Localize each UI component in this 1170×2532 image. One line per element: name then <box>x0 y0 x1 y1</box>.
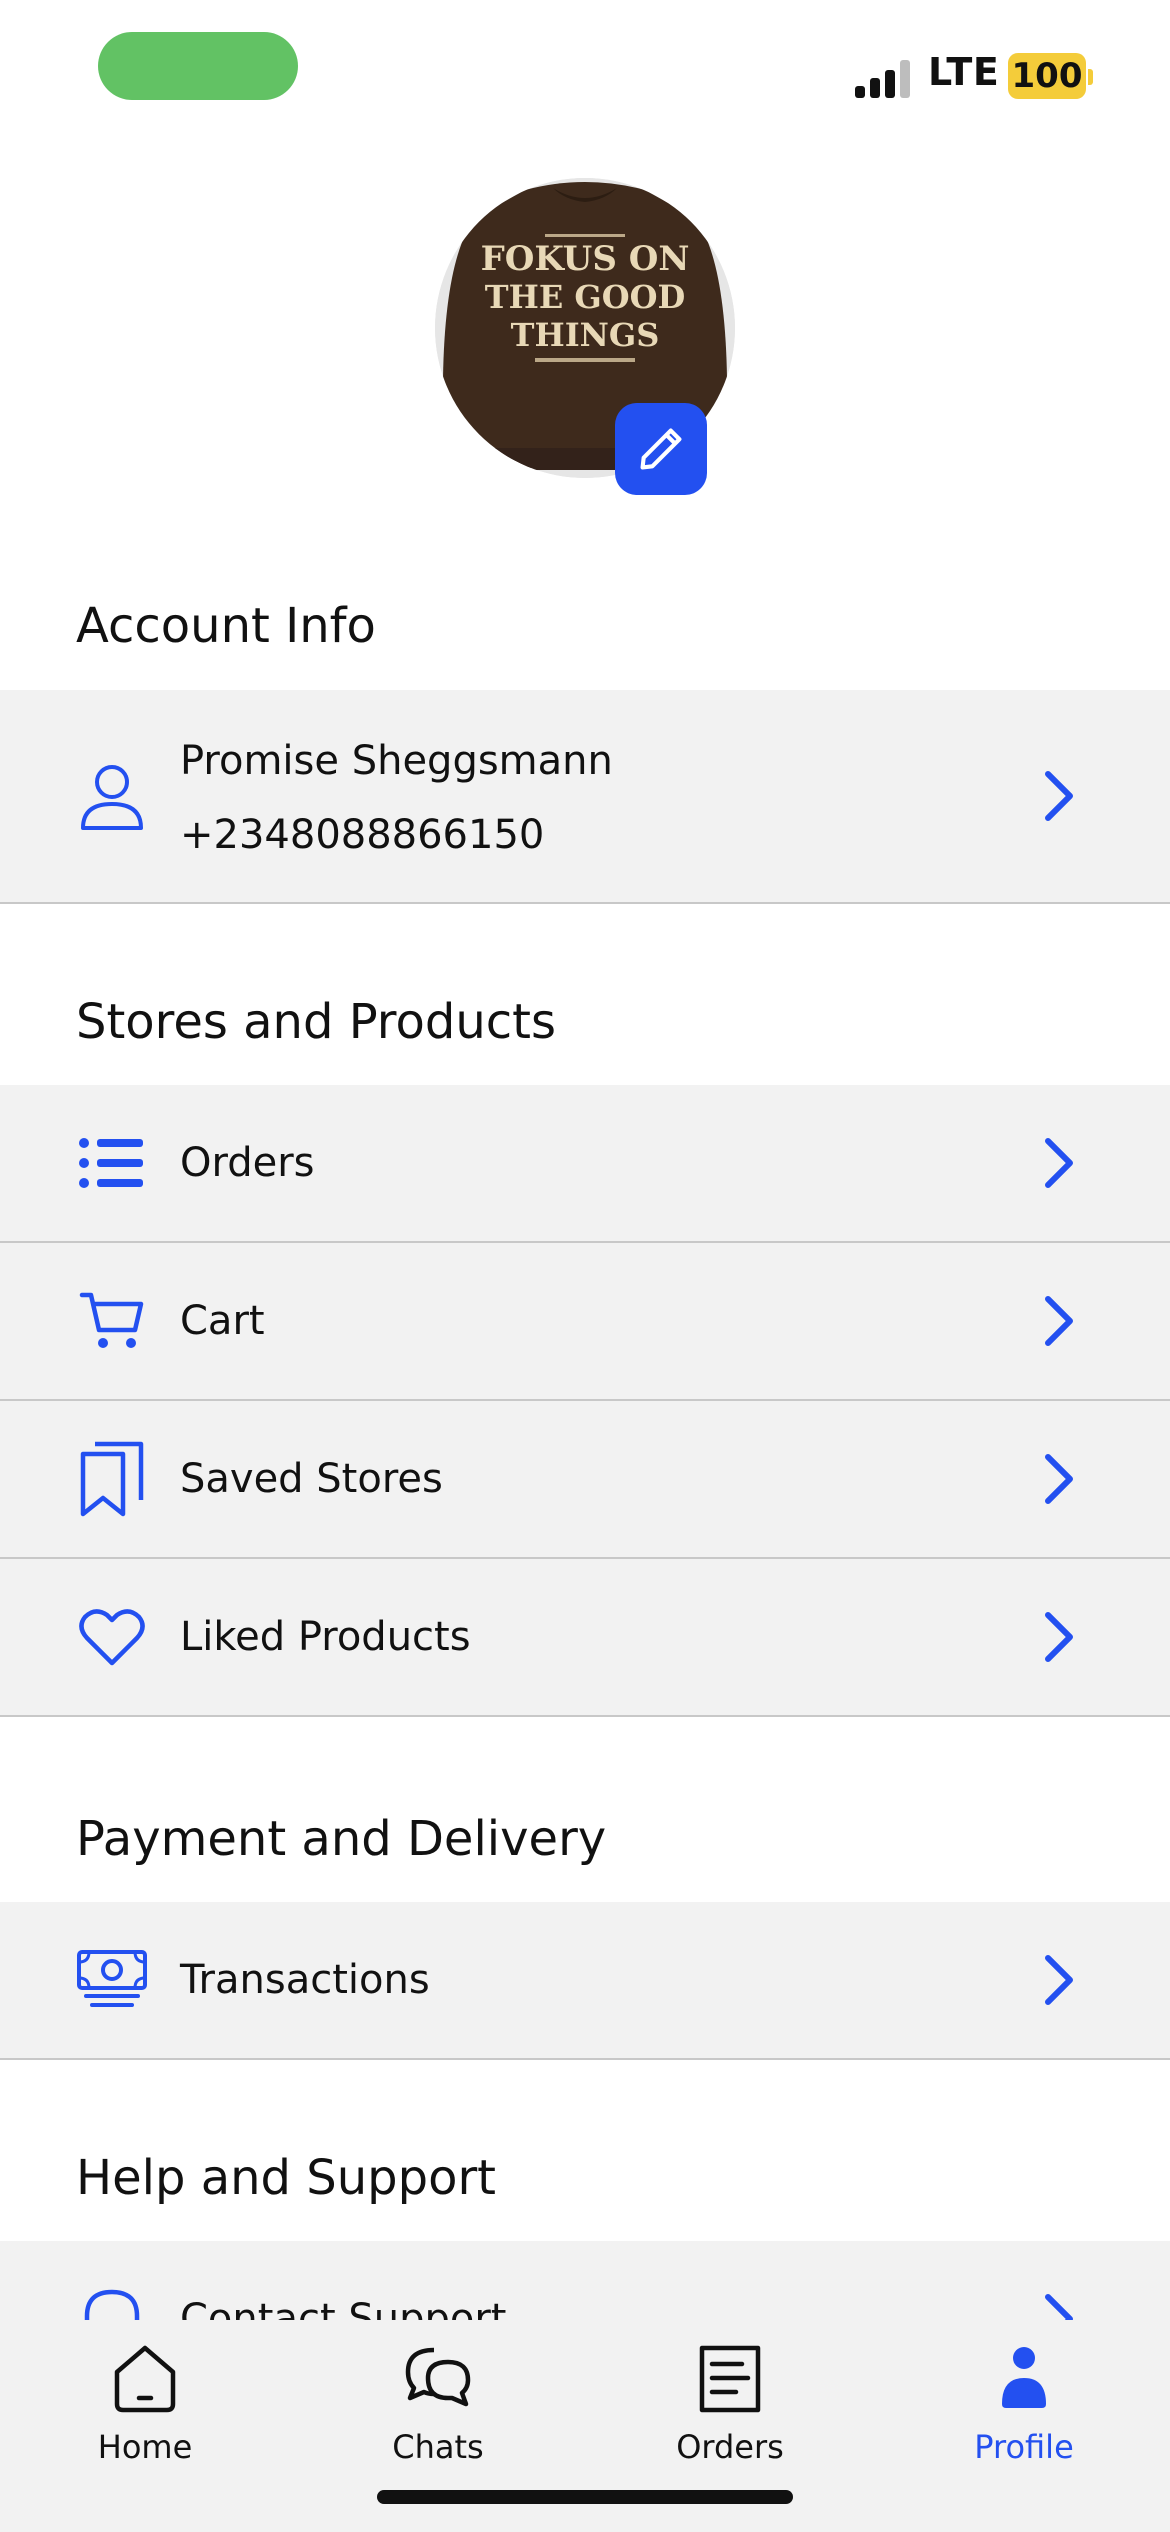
tab-chats-label: Chats <box>392 2428 484 2466</box>
signal-icon <box>855 60 913 98</box>
orders-label: Orders <box>180 1140 315 1186</box>
tab-orders[interactable]: Orders <box>630 2338 830 2466</box>
cart-row[interactable]: Cart <box>0 1243 1170 1401</box>
avatar-print-line-3: THINGS <box>511 316 660 354</box>
list-icon <box>74 1125 150 1201</box>
chevron-right-icon <box>1045 1296 1073 1346</box>
user-icon <box>74 758 150 834</box>
tab-chats[interactable]: Chats <box>338 2338 538 2466</box>
network-label: LTE <box>928 50 1000 94</box>
chevron-right-icon <box>1045 1955 1073 2005</box>
battery-icon: 100 <box>1008 53 1086 99</box>
heart-icon <box>74 1599 150 1675</box>
section-title-account-info: Account Info <box>76 598 376 654</box>
account-info-row[interactable]: Promise Sheggsmann +2348088866150 <box>0 690 1170 904</box>
chevron-right-icon <box>1045 1454 1073 1504</box>
chat-icon <box>405 2347 471 2407</box>
cart-label: Cart <box>180 1298 265 1344</box>
avatar-container: FOKUS ON THE GOOD THINGS <box>435 178 735 495</box>
status-bar: LTE 100 <box>0 0 1170 140</box>
liked-products-label: Liked Products <box>180 1614 471 1660</box>
receipt-icon <box>699 2345 761 2413</box>
chevron-right-icon <box>1045 1612 1073 1662</box>
orders-row[interactable]: Orders <box>0 1085 1170 1243</box>
saved-stores-row[interactable]: Saved Stores <box>0 1401 1170 1559</box>
battery-tip <box>1088 69 1093 85</box>
tab-profile[interactable]: Profile <box>924 2338 1124 2466</box>
section-title-stores-products: Stores and Products <box>76 994 556 1050</box>
edit-avatar-button[interactable] <box>615 403 707 495</box>
section-title-payment-delivery: Payment and Delivery <box>76 1811 607 1867</box>
tab-home-label: Home <box>97 2428 193 2466</box>
cart-icon <box>74 1283 150 1359</box>
chevron-right-icon <box>1045 771 1073 821</box>
account-name: Promise Sheggsmann <box>180 738 613 784</box>
battery-level: 100 <box>1011 56 1083 96</box>
saved-stores-label: Saved Stores <box>180 1456 443 1502</box>
tab-home[interactable]: Home <box>45 2338 245 2466</box>
home-indicator <box>377 2490 793 2504</box>
account-phone: +2348088866150 <box>180 812 545 858</box>
tab-orders-label: Orders <box>676 2428 784 2466</box>
status-pill <box>98 32 298 100</box>
liked-products-row[interactable]: Liked Products <box>0 1559 1170 1717</box>
transactions-label: Transactions <box>180 1957 430 2003</box>
tab-profile-label: Profile <box>974 2428 1074 2466</box>
profile-icon <box>1002 2347 1046 2408</box>
avatar-print-line-1: FOKUS ON <box>481 239 690 279</box>
money-icon <box>74 1942 150 2018</box>
section-title-help-support: Help and Support <box>76 2150 496 2206</box>
pencil-icon <box>640 428 682 470</box>
avatar-print-line-2: THE GOOD <box>485 278 685 316</box>
bookmarks-icon <box>74 1441 150 1517</box>
transactions-row[interactable]: Transactions <box>0 1902 1170 2060</box>
home-icon <box>114 2345 176 2413</box>
chevron-right-icon <box>1045 1138 1073 1188</box>
